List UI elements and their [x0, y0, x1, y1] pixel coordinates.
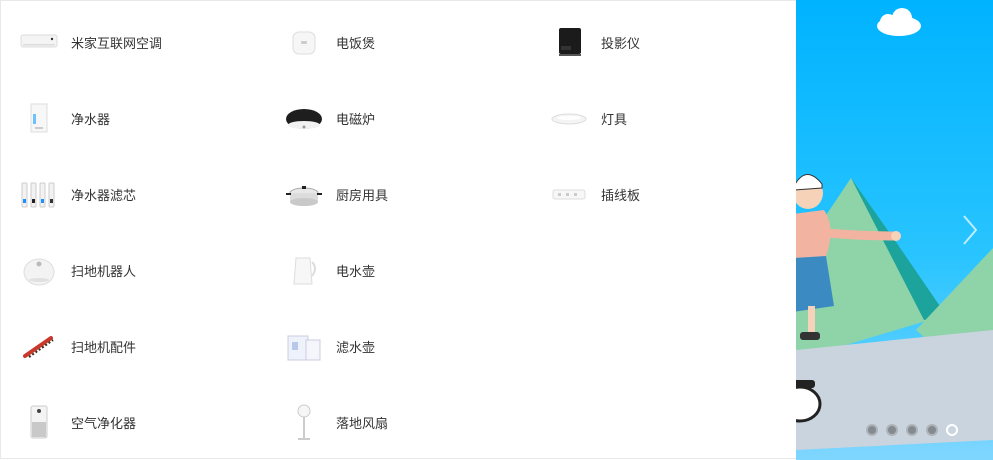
air-purifier-icon [19, 402, 59, 442]
carousel-pagination [866, 424, 958, 436]
category-label: 电磁炉 [336, 112, 376, 128]
category-item-filter-pitcher[interactable]: 滤水壶 [266, 308, 516, 384]
category-item-power-strip[interactable]: 插线板 [531, 156, 781, 232]
filter-cartridge-icon [19, 174, 59, 214]
category-item-robot-vacuum[interactable]: 扫地机器人 [1, 232, 251, 308]
category-label: 空气净化器 [71, 416, 137, 432]
category-label: 净水器 [71, 112, 111, 128]
chevron-right-icon[interactable] [958, 212, 982, 248]
category-label: 灯具 [601, 112, 628, 128]
category-item-induction-cooker[interactable]: 电磁炉 [266, 80, 516, 156]
category-label: 投影仪 [601, 36, 641, 52]
power-strip-icon [549, 174, 589, 214]
category-item-water-purifier[interactable]: 净水器 [1, 80, 251, 156]
category-label: 扫地机器人 [71, 264, 137, 280]
promo-banner[interactable] [796, 0, 993, 460]
category-item-air-conditioner[interactable]: 米家互联网空调 [1, 4, 251, 80]
category-menu: 米家互联网空调 净水器 净水器滤芯 扫地机器人 扫地机配件 空气净化器 电饭煲 … [0, 0, 796, 459]
air-conditioner-icon [19, 22, 59, 62]
category-item-cookware[interactable]: 厨房用具 [266, 156, 516, 232]
carousel-dot-4[interactable] [926, 424, 938, 436]
carousel-dot-1[interactable] [866, 424, 878, 436]
carousel-dot-3[interactable] [906, 424, 918, 436]
carousel-dot-2[interactable] [886, 424, 898, 436]
category-item-filter-cartridge[interactable]: 净水器滤芯 [1, 156, 251, 232]
carousel-dot-5[interactable] [946, 424, 958, 436]
water-purifier-icon [19, 98, 59, 138]
ceiling-lamp-icon [549, 98, 589, 138]
category-item-air-purifier[interactable]: 空气净化器 [1, 384, 251, 460]
filter-pitcher-icon [284, 326, 324, 366]
category-label: 落地风扇 [336, 416, 389, 432]
category-item-rice-cooker[interactable]: 电饭煲 [266, 4, 516, 80]
projector-icon [549, 22, 589, 62]
induction-cooker-icon [284, 98, 324, 138]
robot-vacuum-icon [19, 250, 59, 290]
category-item-projector[interactable]: 投影仪 [531, 4, 781, 80]
category-label: 滤水壶 [336, 340, 376, 356]
rice-cooker-icon [284, 22, 324, 62]
category-item-electric-kettle[interactable]: 电水壶 [266, 232, 516, 308]
category-label: 电水壶 [336, 264, 376, 280]
category-label: 净水器滤芯 [71, 188, 137, 204]
floor-fan-icon [284, 402, 324, 442]
category-item-lamp[interactable]: 灯具 [531, 80, 781, 156]
category-item-vacuum-accessories[interactable]: 扫地机配件 [1, 308, 251, 384]
category-label: 扫地机配件 [71, 340, 137, 356]
category-label: 厨房用具 [336, 188, 389, 204]
category-item-floor-fan[interactable]: 落地风扇 [266, 384, 516, 460]
category-label: 米家互联网空调 [71, 36, 163, 52]
category-label: 插线板 [601, 188, 641, 204]
cooking-pot-icon [284, 174, 324, 214]
category-label: 电饭煲 [336, 36, 376, 52]
electric-kettle-icon [284, 250, 324, 290]
cloud-icon [877, 8, 921, 36]
vacuum-brush-icon [19, 326, 59, 366]
